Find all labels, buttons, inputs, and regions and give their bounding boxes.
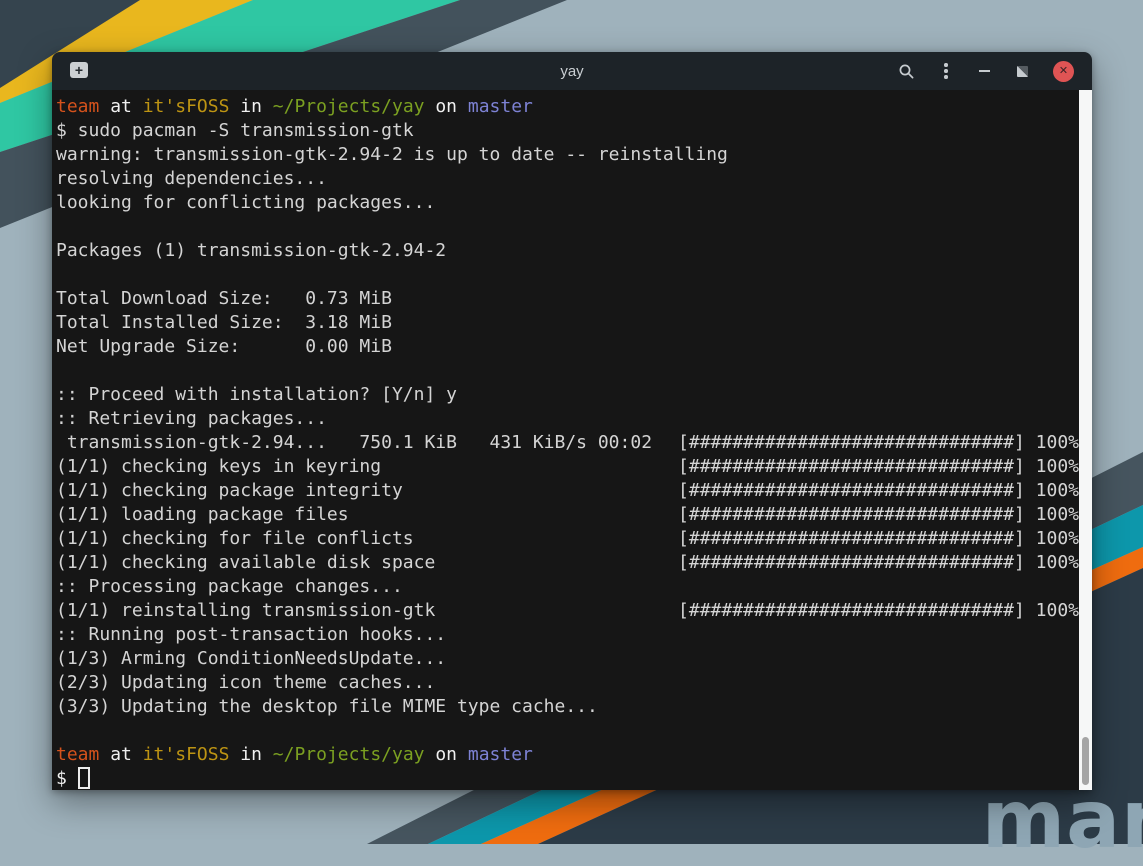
terminal-line: Total Installed Size: 3.18 MiB xyxy=(56,311,1079,335)
terminal-window: + yay ✕ team at it'sFOSS in ~/Projects/y… xyxy=(52,52,1092,790)
terminal-line: :: Processing package changes... xyxy=(56,575,1079,599)
wallpaper-brand-text: man xyxy=(982,780,1143,860)
terminal-cursor xyxy=(78,767,90,789)
new-tab-icon[interactable]: + xyxy=(70,62,88,78)
terminal-line xyxy=(56,719,1079,743)
terminal-line: :: Running post-transaction hooks... xyxy=(56,623,1079,647)
close-icon[interactable]: ✕ xyxy=(1053,61,1074,82)
terminal-line: $ xyxy=(56,767,1079,790)
terminal-line xyxy=(56,263,1079,287)
scrollbar-track[interactable] xyxy=(1079,90,1092,790)
terminal-line: Packages (1) transmission-gtk-2.94-2 xyxy=(56,239,1079,263)
terminal-line: (1/1) checking for file conflicts[######… xyxy=(56,527,1079,551)
terminal-line: team at it'sFOSS in ~/Projects/yay on ma… xyxy=(56,95,1079,119)
terminal-line: (1/1) checking keys in keyring[#########… xyxy=(56,455,1079,479)
terminal-line: team at it'sFOSS in ~/Projects/yay on ma… xyxy=(56,743,1079,767)
terminal-line: (1/3) Arming ConditionNeedsUpdate... xyxy=(56,647,1079,671)
minimize-icon[interactable] xyxy=(977,62,991,80)
terminal-line: Total Download Size: 0.73 MiB xyxy=(56,287,1079,311)
terminal-line: (1/1) reinstalling transmission-gtk[####… xyxy=(56,599,1079,623)
terminal-line xyxy=(56,215,1079,239)
terminal-line: (3/3) Updating the desktop file MIME typ… xyxy=(56,695,1079,719)
terminal-line: warning: transmission-gtk-2.94-2 is up t… xyxy=(56,143,1079,167)
scrollbar-thumb[interactable] xyxy=(1082,737,1089,785)
terminal-line: $ sudo pacman -S transmission-gtk xyxy=(56,119,1079,143)
terminal-line: :: Retrieving packages... xyxy=(56,407,1079,431)
terminal-line: looking for conflicting packages... xyxy=(56,191,1079,215)
terminal-line: (1/1) loading package files[############… xyxy=(56,503,1079,527)
terminal-line xyxy=(56,359,1079,383)
terminal-line: (1/1) checking available disk space[####… xyxy=(56,551,1079,575)
kebab-menu-icon[interactable] xyxy=(939,62,953,80)
terminal-line: Net Upgrade Size: 0.00 MiB xyxy=(56,335,1079,359)
terminal-line: :: Proceed with installation? [Y/n] y xyxy=(56,383,1079,407)
terminal-line: transmission-gtk-2.94... 750.1 KiB 431 K… xyxy=(56,431,1079,455)
window-titlebar[interactable]: + yay ✕ xyxy=(52,52,1092,90)
search-icon[interactable] xyxy=(898,63,915,80)
terminal-output: team at it'sFOSS in ~/Projects/yay on ma… xyxy=(56,95,1079,790)
terminal-line: resolving dependencies... xyxy=(56,167,1079,191)
restore-icon[interactable] xyxy=(1015,62,1029,80)
terminal-screen[interactable]: team at it'sFOSS in ~/Projects/yay on ma… xyxy=(52,90,1092,790)
terminal-line: (1/1) checking package integrity[#######… xyxy=(56,479,1079,503)
terminal-line: (2/3) Updating icon theme caches... xyxy=(56,671,1079,695)
